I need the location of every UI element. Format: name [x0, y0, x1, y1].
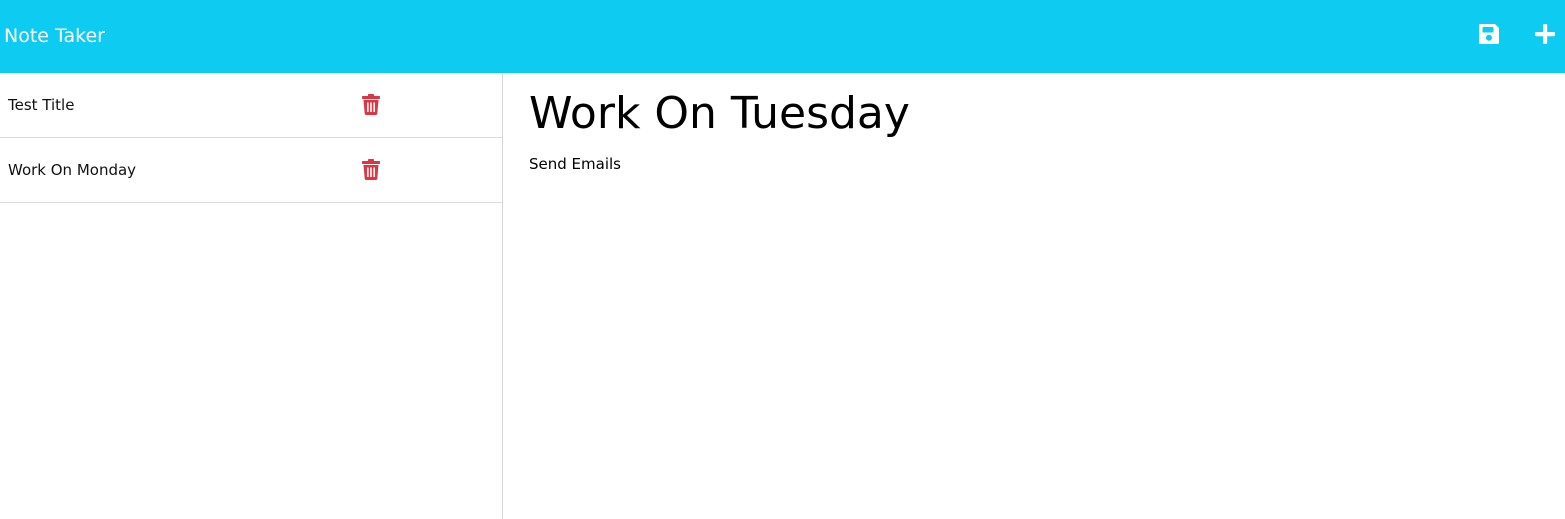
plus-icon[interactable]	[1533, 22, 1557, 46]
note-text[interactable]: Send Emails	[529, 154, 1529, 174]
navbar: Note Taker	[0, 0, 1565, 73]
note-editor: Work On Tuesday Send Emails	[503, 73, 1565, 519]
trash-icon[interactable]	[362, 159, 380, 180]
note-list: Test Title Work On Monday	[0, 73, 503, 519]
app-title[interactable]: Note Taker	[4, 24, 105, 48]
list-item-title[interactable]: Work On Monday	[8, 160, 136, 180]
save-icon[interactable]	[1477, 22, 1501, 46]
list-item[interactable]: Work On Monday	[0, 138, 502, 203]
list-item[interactable]: Test Title	[0, 73, 502, 138]
list-item-title[interactable]: Test Title	[8, 95, 74, 115]
trash-icon[interactable]	[362, 94, 380, 115]
note-title[interactable]: Work On Tuesday	[529, 87, 1529, 141]
